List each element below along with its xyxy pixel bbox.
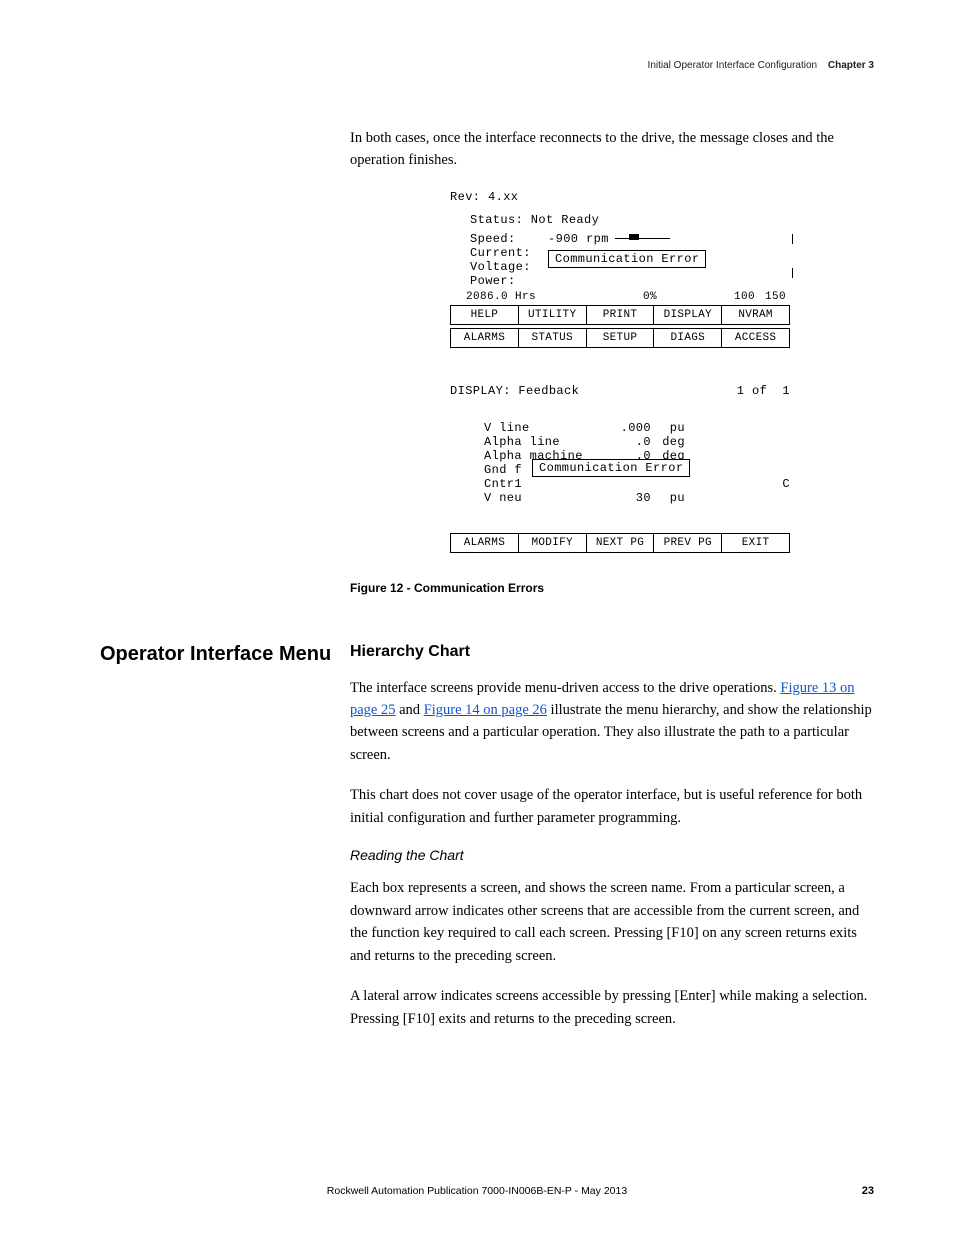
rev-line: Rev: 4.xx — [450, 190, 790, 205]
fb-val: .0 — [609, 435, 651, 449]
fb-unit: pu — [651, 491, 685, 505]
hours-value: 2086.0 Hrs — [466, 291, 536, 303]
row-speed-value: -900 rpm — [548, 232, 609, 246]
fb-val: 30 — [609, 491, 651, 505]
fb-item: V neu — [484, 491, 609, 505]
terminal-top: Rev: 4.xx Status: Not Ready Speed: -900 … — [450, 190, 790, 348]
footer-publication: Rockwell Automation Publication 7000-IN0… — [0, 1185, 954, 1197]
terminal-bottom: DISPLAY: Feedback 1 of 1 V line.000pu Al… — [450, 384, 790, 553]
hierarchy-chart-heading: Hierarchy Chart — [350, 643, 874, 661]
paragraph-1: The interface screens provide menu-drive… — [350, 677, 874, 767]
softkey-exit[interactable]: EXIT — [722, 534, 789, 552]
row-speed-label: Speed: — [470, 232, 548, 246]
softkey-access[interactable]: ACCESS — [722, 329, 789, 347]
display-page: 1 of 1 — [737, 384, 790, 399]
scale-150: 150 — [765, 291, 786, 303]
page-number: 23 — [862, 1185, 874, 1197]
softkey-alarms[interactable]: ALARMS — [451, 329, 519, 347]
softkey-diags[interactable]: DIAGS — [654, 329, 722, 347]
fb-unit: C — [756, 477, 790, 491]
comm-error-box-bottom: Communication Error — [532, 459, 690, 477]
fb-val: .000 — [609, 421, 651, 435]
breadcrumb: Initial Operator Interface Configuration — [648, 60, 818, 71]
softkey-row-2: ALARMS STATUS SETUP DIAGS ACCESS — [450, 328, 790, 348]
vertical-gauge — [768, 234, 798, 278]
softkey-prev-pg[interactable]: PREV PG — [654, 534, 722, 552]
link-figure-14[interactable]: Figure 14 on page 26 — [424, 702, 547, 718]
paragraph-4: A lateral arrow indicates screens access… — [350, 985, 874, 1030]
figure-caption: Figure 12 - Communication Errors — [350, 581, 874, 595]
section-heading-left: Operator Interface Menu — [100, 643, 350, 1049]
row-current-label: Current: — [470, 246, 548, 260]
percent-value: 0% — [643, 291, 657, 303]
paragraph-2: This chart does not cover usage of the o… — [350, 784, 874, 829]
p1-part-b: and — [396, 702, 424, 718]
softkey-row-1: HELP UTILITY PRINT DISPLAY NVRAM — [450, 305, 790, 325]
fb-item: V line — [484, 421, 609, 435]
softkey-status[interactable]: STATUS — [519, 329, 587, 347]
softkey-next-pg[interactable]: NEXT PG — [587, 534, 655, 552]
paragraph-3: Each box represents a screen, and shows … — [350, 877, 874, 967]
display-title: DISPLAY: Feedback — [450, 384, 579, 399]
softkey-alarms-b[interactable]: ALARMS — [451, 534, 519, 552]
p1-part-a: The interface screens provide menu-drive… — [350, 680, 780, 696]
reading-chart-heading: Reading the Chart — [350, 847, 874, 863]
speed-bar — [615, 234, 670, 242]
softkey-print[interactable]: PRINT — [587, 306, 655, 324]
row-voltage-label: Voltage: — [470, 260, 548, 274]
status-line: Status: Not Ready — [470, 213, 786, 228]
softkey-help[interactable]: HELP — [451, 306, 519, 324]
fb-val — [532, 477, 574, 491]
softkey-row-bottom: ALARMS MODIFY NEXT PG PREV PG EXIT — [450, 533, 790, 553]
softkey-setup[interactable]: SETUP — [587, 329, 655, 347]
softkey-nvram[interactable]: NVRAM — [722, 306, 789, 324]
fb-item: Alpha line — [484, 435, 609, 449]
softkey-modify[interactable]: MODIFY — [519, 534, 587, 552]
softkey-display[interactable]: DISPLAY — [654, 306, 722, 324]
comm-error-box-top: Communication Error — [548, 250, 706, 268]
scale-100: 100 — [734, 291, 755, 303]
page-header: Initial Operator Interface Configuration… — [648, 60, 874, 71]
chapter-label: Chapter 3 — [828, 60, 874, 71]
row-power-label: Power: — [470, 274, 548, 288]
fb-unit: deg — [651, 435, 685, 449]
softkey-utility[interactable]: UTILITY — [519, 306, 587, 324]
fb-item: Cntr1 — [484, 477, 532, 491]
intro-paragraph: In both cases, once the interface reconn… — [350, 128, 880, 172]
fb-unit: pu — [651, 421, 685, 435]
